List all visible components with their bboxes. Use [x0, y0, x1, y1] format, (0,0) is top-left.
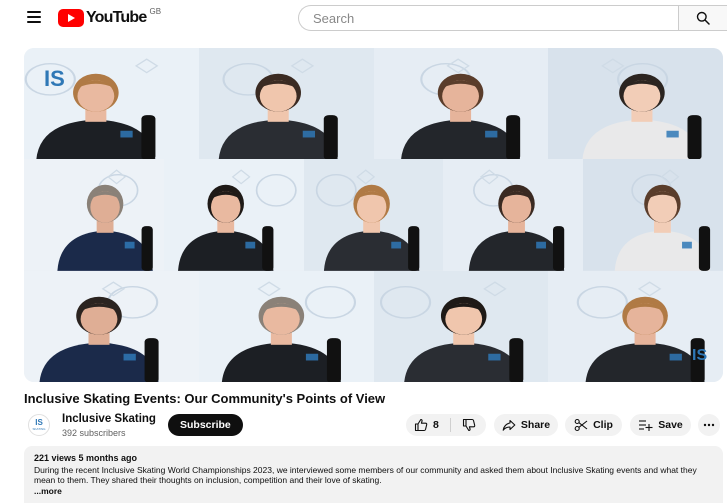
interview-tile: [163, 159, 305, 272]
interviewee-figure: [373, 270, 549, 382]
interviewee-figure: [24, 48, 200, 160]
interviewee-figure: [24, 270, 200, 382]
clip-label: Clip: [593, 419, 613, 431]
playlist-add-icon: [639, 420, 653, 431]
interview-tile: [548, 48, 723, 160]
view-count-date: 221 views 5 months ago: [34, 453, 138, 463]
interview-tile: [303, 159, 444, 272]
interview-tile: [24, 159, 165, 272]
channel-avatar-logo: IS: [35, 418, 43, 427]
show-more-link[interactable]: ...more: [34, 486, 713, 497]
interviewee-figure: [583, 159, 723, 272]
subscriber-count: 392 subscribers: [62, 428, 126, 438]
interview-tile: [198, 48, 374, 160]
channel-avatar-sub: SKATING: [32, 427, 46, 431]
interviewee-figure: [443, 159, 584, 272]
dislike-button[interactable]: [451, 414, 486, 436]
interviewee-figure: [24, 159, 165, 272]
youtube-logo[interactable]: YouTube GB: [58, 6, 162, 28]
interviewee-figure: [303, 159, 444, 272]
thumbs-up-icon: [414, 418, 428, 432]
share-button[interactable]: Share: [494, 414, 558, 436]
like-dislike-group: 8: [406, 414, 486, 436]
interview-tile: [24, 270, 200, 382]
interview-tile: [373, 270, 549, 382]
description-box[interactable]: 221 views 5 months ago During the recent…: [24, 446, 723, 503]
interview-tile: [373, 48, 549, 160]
interview-tile: [198, 270, 374, 382]
more-actions-button[interactable]: [698, 414, 720, 436]
more-horizontal-icon: [703, 423, 715, 427]
interviewee-figure: [198, 48, 374, 160]
interview-tile: [583, 159, 723, 272]
share-label: Share: [520, 419, 551, 431]
description-text: During the recent Inclusive Skating Worl…: [34, 464, 697, 486]
masthead: YouTube GB: [0, 0, 727, 36]
inclusive-skating-logo-overlay: IS: [692, 347, 708, 364]
inclusive-skating-logo-overlay: IS: [44, 66, 65, 91]
like-button[interactable]: 8: [406, 414, 450, 436]
search-bar: [298, 5, 727, 31]
scissors-icon: [574, 418, 588, 432]
magnifier-search-icon: [696, 11, 710, 25]
youtube-play-logo-icon: [58, 9, 84, 27]
interview-tile: [443, 159, 584, 272]
channel-name[interactable]: Inclusive Skating: [62, 413, 156, 425]
like-count: 8: [433, 419, 439, 431]
channel-avatar[interactable]: IS SKATING: [28, 414, 50, 436]
country-code: GB: [149, 6, 162, 16]
video-title: Inclusive Skating Events: Our Community'…: [24, 391, 386, 406]
interview-tile: [548, 270, 723, 382]
video-player[interactable]: IS IS: [24, 48, 723, 382]
logo-wordmark: YouTube: [86, 9, 147, 26]
interviewee-figure: [548, 270, 723, 382]
interviewee-figure: [198, 270, 374, 382]
hamburger-menu-icon[interactable]: [24, 8, 44, 28]
interviewee-figure: [163, 159, 305, 272]
search-input[interactable]: [298, 5, 678, 31]
interviewee-figure: [373, 48, 549, 160]
subscribe-button[interactable]: Subscribe: [168, 414, 243, 436]
interview-tile: [24, 48, 200, 160]
search-button[interactable]: [678, 5, 727, 31]
interviewee-figure: [548, 48, 723, 160]
save-label: Save: [658, 419, 683, 431]
share-arrow-icon: [502, 419, 516, 431]
thumbs-down-icon: [462, 418, 475, 432]
clip-button[interactable]: Clip: [565, 414, 622, 436]
save-button[interactable]: Save: [630, 414, 691, 436]
